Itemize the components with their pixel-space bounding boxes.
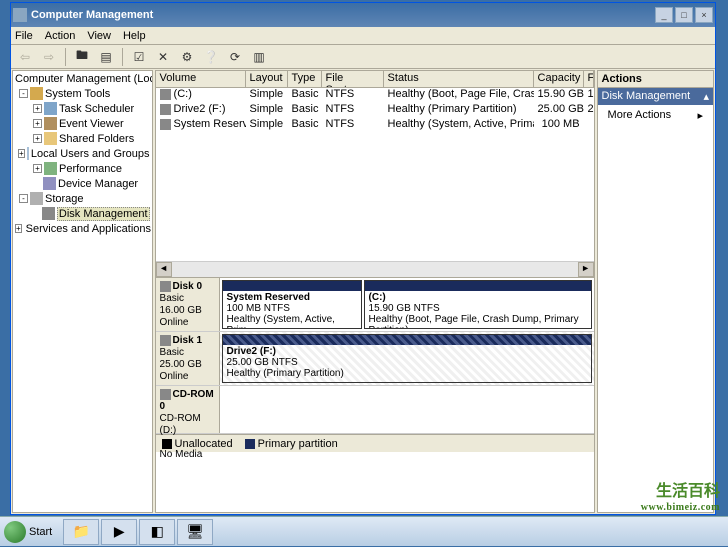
tree-event-viewer[interactable]: +Event Viewer xyxy=(13,116,152,131)
computer-management-window: Computer Management _ □ × File Action Vi… xyxy=(10,2,716,515)
disk-icon xyxy=(42,207,55,220)
more-actions[interactable]: More Actions▸ xyxy=(598,105,713,126)
volume-icon xyxy=(160,89,171,100)
navigation-tree[interactable]: Computer Management (Local) -System Tool… xyxy=(12,70,153,513)
volume-list[interactable]: Volume Layout Type File System Status Ca… xyxy=(155,70,595,278)
disk-icon xyxy=(160,335,171,346)
disk-row[interactable]: Disk 1 Basic25.00 GBOnline Drive2 (F:)25… xyxy=(156,332,594,386)
menu-view[interactable]: View xyxy=(87,30,111,42)
volume-row[interactable]: (C:) SimpleBasic NTFSHealthy (Boot, Page… xyxy=(156,88,594,103)
disk-label[interactable]: CD-ROM 0 CD-ROM (D:)No Media xyxy=(156,386,220,433)
app-icon xyxy=(13,8,27,22)
disk-label[interactable]: Disk 0 Basic16.00 GBOnline xyxy=(156,278,220,331)
start-orb-icon xyxy=(4,521,26,543)
list-button[interactable]: ▥ xyxy=(249,47,269,67)
chevron-right-icon: ▸ xyxy=(697,109,703,122)
legend-unallocated-icon xyxy=(162,439,172,449)
tree-system-tools[interactable]: -System Tools xyxy=(13,86,152,101)
storage-icon xyxy=(30,192,43,205)
settings-button[interactable]: ⚙ xyxy=(177,47,197,67)
disk-label[interactable]: Disk 1 Basic25.00 GBOnline xyxy=(156,332,220,385)
show-hide-button[interactable]: ☑ xyxy=(129,47,149,67)
tools-icon xyxy=(30,87,43,100)
col-layout[interactable]: Layout xyxy=(246,71,288,87)
legend: Unallocated Primary partition xyxy=(156,434,594,452)
users-icon xyxy=(27,147,29,160)
actions-pane: Actions Disk Management▴ More Actions▸ xyxy=(597,70,714,513)
taskbar-media[interactable]: ▶ xyxy=(101,519,137,545)
minimize-button[interactable]: _ xyxy=(655,7,673,23)
tree-disk-management[interactable]: Disk Management xyxy=(13,206,152,221)
menubar: File Action View Help xyxy=(11,27,715,45)
partition-system-reserved[interactable]: System Reserved100 MB NTFSHealthy (Syste… xyxy=(222,280,362,329)
taskbar-app1[interactable]: ◧ xyxy=(139,519,175,545)
tree-shared-folders[interactable]: +Shared Folders xyxy=(13,131,152,146)
volume-row[interactable]: System Reserved SimpleBasic NTFSHealthy … xyxy=(156,118,594,133)
tree-performance[interactable]: +Performance xyxy=(13,161,152,176)
menu-file[interactable]: File xyxy=(15,30,33,42)
legend-primary-icon xyxy=(245,439,255,449)
actions-header: Actions xyxy=(598,71,713,88)
partition-drive2[interactable]: Drive2 (F:)25.00 GB NTFSHealthy (Primary… xyxy=(222,334,592,383)
col-status[interactable]: Status xyxy=(384,71,534,87)
close-button[interactable]: × xyxy=(695,7,713,23)
disk-row[interactable]: Disk 0 Basic16.00 GBOnline System Reserv… xyxy=(156,278,594,332)
cdrom-icon xyxy=(160,389,171,400)
col-type[interactable]: Type xyxy=(288,71,322,87)
disk-row[interactable]: CD-ROM 0 CD-ROM (D:)No Media xyxy=(156,386,594,434)
menu-action[interactable]: Action xyxy=(45,30,76,42)
volume-row[interactable]: Drive2 (F:) SimpleBasic NTFSHealthy (Pri… xyxy=(156,103,594,118)
refresh-button[interactable]: ⟳ xyxy=(225,47,245,67)
horizontal-scrollbar[interactable]: ◄► xyxy=(156,261,594,277)
col-volume[interactable]: Volume xyxy=(156,71,246,87)
scheduler-icon xyxy=(44,102,57,115)
delete-button[interactable]: ✕ xyxy=(153,47,173,67)
watermark: 生活百科 www.bimeiz.com xyxy=(641,484,720,516)
taskbar-compmgmt[interactable]: 🖥 xyxy=(177,519,213,545)
properties-button[interactable]: ▤ xyxy=(96,47,116,67)
window-title: Computer Management xyxy=(31,9,655,21)
folder-icon xyxy=(44,132,57,145)
taskbar-explorer[interactable]: 📁 xyxy=(63,519,99,545)
back-button[interactable]: ⇦ xyxy=(15,47,35,67)
actions-context[interactable]: Disk Management▴ xyxy=(598,88,713,105)
col-capacity[interactable]: Capacity xyxy=(534,71,584,87)
col-free[interactable]: F xyxy=(584,71,594,87)
forward-button[interactable]: ⇨ xyxy=(39,47,59,67)
menu-help[interactable]: Help xyxy=(123,30,146,42)
volume-header: Volume Layout Type File System Status Ca… xyxy=(156,71,594,88)
maximize-button[interactable]: □ xyxy=(675,7,693,23)
titlebar[interactable]: Computer Management _ □ × xyxy=(11,3,715,27)
disk-graphical-view[interactable]: Disk 0 Basic16.00 GBOnline System Reserv… xyxy=(155,278,595,513)
tree-services[interactable]: +Services and Applications xyxy=(13,221,152,236)
toolbar: ⇦ ⇨ 🖿 ▤ ☑ ✕ ⚙ ❔ ⟳ ▥ xyxy=(11,45,715,69)
device-icon xyxy=(43,177,56,190)
col-filesystem[interactable]: File System xyxy=(322,71,384,87)
tree-device-manager[interactable]: Device Manager xyxy=(13,176,152,191)
volume-icon xyxy=(160,119,171,130)
tree-root[interactable]: Computer Management (Local) xyxy=(13,71,152,86)
performance-icon xyxy=(44,162,57,175)
taskbar[interactable]: Start 📁 ▶ ◧ 🖥 xyxy=(0,516,728,546)
event-icon xyxy=(44,117,57,130)
start-button[interactable]: Start xyxy=(0,517,62,547)
tree-task-scheduler[interactable]: +Task Scheduler xyxy=(13,101,152,116)
disk-icon xyxy=(160,281,171,292)
tree-storage[interactable]: -Storage xyxy=(13,191,152,206)
partition-c[interactable]: (C:)15.90 GB NTFSHealthy (Boot, Page Fil… xyxy=(364,280,592,329)
up-button[interactable]: 🖿 xyxy=(72,47,92,67)
volume-icon xyxy=(160,104,171,115)
tree-local-users[interactable]: +Local Users and Groups xyxy=(13,146,152,161)
collapse-icon: ▴ xyxy=(703,90,709,103)
help-button[interactable]: ❔ xyxy=(201,47,221,67)
